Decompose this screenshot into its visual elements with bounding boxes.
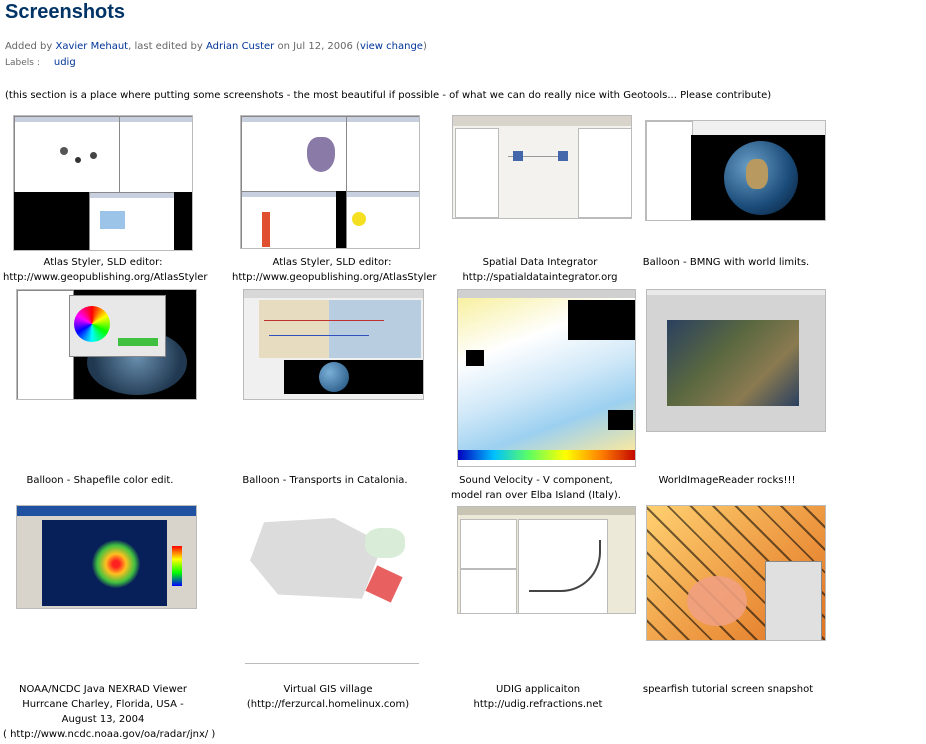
caption-noaa-nexrad: NOAA/NCDC Java NEXRAD Viewer Hurrcane Cha… [3,684,216,740]
screenshot-atlas-styler-1[interactable] [13,115,193,251]
caption-spearfish-tutorial: spearfish tutorial screen snapshot [642,684,814,695]
screenshot-balloon-bmng[interactable] [645,120,826,221]
caption-worldimagereader: WorldImageReader rocks!!! [658,475,796,486]
screenshot-virtual-gis-village[interactable] [245,508,419,664]
page-metadata: Added by Xavier Mehaut, last edited by A… [5,41,427,52]
label-tag-udig[interactable]: udig [54,57,76,68]
screenshot-spearfish-tutorial[interactable] [646,505,826,641]
screenshot-spatial-data-integrator[interactable] [452,115,632,219]
caption-udig-application: UDIG applicaiton http://udig.refractions.… [473,684,603,710]
screenshot-atlas-styler-2[interactable] [240,115,420,249]
screenshot-sound-velocity[interactable] [457,289,636,467]
caption-balloon-shapefile: Balloon - Shapefile color edit. [26,475,174,486]
editor-link[interactable]: Adrian Custer [206,41,274,52]
caption-atlas-styler-1: Atlas Styler, SLD editor: http://www.geop… [3,257,208,283]
screenshot-worldimagereader[interactable] [646,289,826,432]
page-title: Screenshots [5,1,126,23]
author-link[interactable]: Xavier Mehaut [55,41,128,52]
labels-label: Labels : [5,58,40,68]
intro-text: (this section is a place where putting s… [5,90,772,101]
caption-virtual-gis-village: Virtual GIS village (http://ferzurcal.hom… [246,684,410,710]
screenshot-balloon-catalonia[interactable] [243,289,424,400]
screenshot-noaa-nexrad[interactable] [16,505,197,609]
caption-sound-velocity: Sound Velocity - V component, model ran o… [451,475,621,501]
screenshot-udig-application[interactable] [457,506,636,614]
caption-balloon-bmng: Balloon - BMNG with world limits. [642,257,810,268]
view-change-link[interactable]: view change [360,41,423,52]
caption-spatial-data-integrator: Spatial Data Integrator http://spatialdat… [462,257,618,283]
caption-balloon-catalonia: Balloon - Transports in Catalonia. [242,475,408,486]
caption-atlas-styler-2: Atlas Styler, SLD editor: http://www.geop… [232,257,437,283]
screenshot-balloon-shapefile[interactable] [16,289,197,400]
labels-row: Labels : udig [5,57,76,68]
